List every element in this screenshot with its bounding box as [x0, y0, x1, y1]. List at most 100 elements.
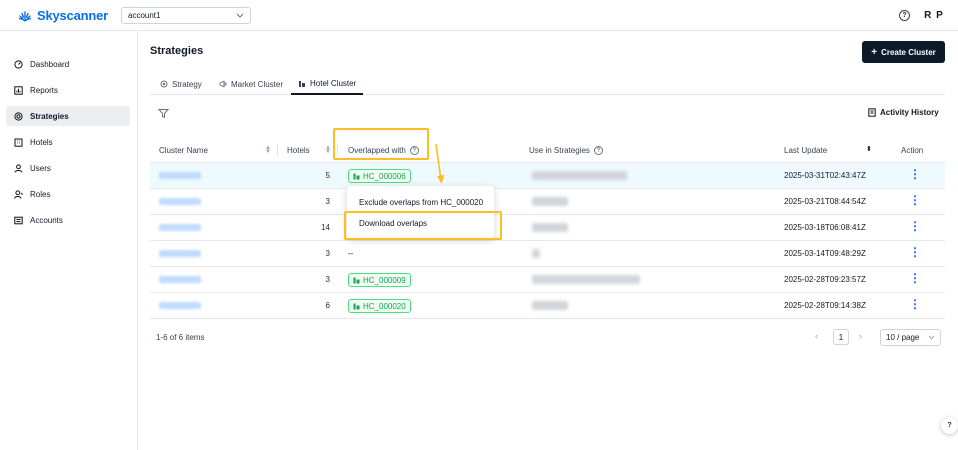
sort-icon[interactable]: ▲ ▼	[325, 145, 331, 155]
hotels-count: 14	[321, 223, 330, 232]
col-hotels[interactable]: Hotels	[287, 146, 310, 155]
hotels-count: 6	[325, 301, 330, 310]
last-update: 2025-03-31T02:43:47Z	[784, 171, 866, 180]
roles-icon	[14, 189, 23, 199]
overlap-tag[interactable]: HC_000009	[348, 273, 411, 287]
col-cluster-name[interactable]: Cluster Name	[159, 146, 208, 155]
prev-page-icon[interactable]: ‹	[815, 331, 818, 341]
page-title: Strategies	[150, 45, 204, 57]
hotels-count: 3	[325, 197, 330, 206]
cluster-name-link-redacted[interactable]	[159, 276, 201, 283]
last-update: 2025-02-28T09:14:38Z	[784, 301, 866, 310]
col-label: Action	[901, 146, 924, 155]
page-1-button[interactable]: 1	[833, 329, 849, 345]
activity-history-button[interactable]: Activity History	[868, 108, 939, 117]
last-update: 2025-03-18T06:08:41Z	[784, 223, 866, 232]
table-row: 5 HC_000006 2025-03-31T02:43:47Z ⋮	[150, 163, 945, 189]
sidebar-item-label: Strategies	[30, 111, 69, 121]
hotels-count: 3	[325, 249, 330, 258]
tab-label: Market Cluster	[231, 79, 284, 89]
pagination-summary: 1-6 of 6 items	[156, 333, 205, 342]
reports-icon	[14, 85, 23, 95]
cluster-name-link-redacted[interactable]	[159, 224, 201, 231]
col-label: Hotels	[287, 146, 310, 155]
sidebar-item-hotels[interactable]: Hotels	[6, 132, 130, 152]
last-update: 2025-02-28T09:23:57Z	[784, 275, 866, 284]
sidebar-item-dashboard[interactable]: Dashboard	[6, 54, 130, 74]
cluster-name-link-redacted[interactable]	[159, 198, 201, 205]
filter-icon[interactable]	[157, 108, 170, 121]
sort-desc-icon[interactable]: ⬍	[866, 145, 872, 153]
more-actions-icon[interactable]: ⋮	[909, 272, 921, 284]
strategies-icon	[14, 111, 23, 121]
col-label: Cluster Name	[159, 146, 208, 155]
sidebar-item-label: Users	[30, 163, 51, 173]
brand-logo[interactable]: Skyscanner	[18, 8, 108, 23]
overlap-tag-label: HC_000009	[363, 275, 406, 285]
cluster-name-link-redacted[interactable]	[159, 172, 201, 179]
col-use-in-strategies[interactable]: Use in Strategies ?	[529, 146, 603, 155]
last-update: 2025-03-21T08:44:54Z	[784, 197, 866, 206]
avatar[interactable]: R P	[922, 6, 946, 24]
col-last-update[interactable]: Last Update	[784, 146, 827, 155]
exclude-overlaps-menu-item[interactable]: Exclude overlaps from HC_000020	[347, 192, 494, 212]
sidebar-item-label: Accounts	[30, 215, 63, 225]
next-page-icon[interactable]: ›	[859, 331, 862, 341]
sidebar-item-accounts[interactable]: Accounts	[6, 210, 130, 230]
col-label: Last Update	[784, 146, 828, 155]
tab-market-cluster[interactable]: Market Cluster	[212, 74, 290, 94]
accounts-icon	[14, 216, 23, 225]
sort-icon[interactable]: ▲ ▼	[265, 145, 271, 155]
skyscanner-logo-icon	[18, 10, 32, 22]
hotel-cluster-table: Cluster Name ▲ ▼ Hotels ▲ ▼ Overlapped wit…	[150, 137, 945, 319]
help-icon[interactable]: ?	[899, 10, 910, 21]
chevron-down-icon	[928, 335, 935, 340]
column-divider	[277, 144, 278, 156]
highlight-download-overlaps	[344, 211, 502, 240]
overlap-tag[interactable]: HC_000006	[348, 169, 411, 183]
more-actions-icon[interactable]: ⋮	[909, 246, 921, 258]
tab-strategy[interactable]: Strategy	[153, 74, 209, 94]
strategies-redacted	[532, 301, 568, 310]
table-row: 3 2025-03-21T08:44:54Z ⋮	[150, 189, 945, 215]
sidebar: Dashboard Reports Strategies Hotels User…	[0, 31, 138, 450]
strategies-redacted	[532, 275, 640, 284]
strategies-redacted	[532, 249, 540, 258]
users-icon	[14, 163, 23, 173]
overlap-empty: --	[348, 249, 354, 258]
history-icon	[868, 108, 876, 117]
sidebar-item-roles[interactable]: Roles	[6, 184, 130, 204]
sidebar-item-users[interactable]: Users	[6, 158, 130, 178]
activity-history-label: Activity History	[880, 108, 939, 117]
col-label: Use in Strategies	[529, 146, 590, 155]
floating-help-icon[interactable]: ?	[941, 417, 958, 434]
col-action: Action	[901, 146, 923, 155]
strategy-icon	[160, 80, 168, 88]
more-actions-icon[interactable]: ⋮	[909, 168, 921, 180]
sidebar-item-reports[interactable]: Reports	[6, 80, 130, 100]
sidebar-item-strategies[interactable]: Strategies	[6, 106, 130, 126]
cluster-icon	[353, 173, 360, 179]
more-actions-icon[interactable]: ⋮	[909, 194, 921, 206]
tab-hotel-cluster[interactable]: Hotel Cluster	[291, 74, 364, 95]
create-cluster-button[interactable]: + Create Cluster	[862, 41, 945, 63]
table-row: 14 2025-03-18T06:08:41Z ⋮	[150, 215, 945, 241]
cluster-icon	[353, 277, 360, 283]
hotels-count: 5	[325, 171, 330, 180]
info-icon[interactable]: ?	[593, 146, 603, 155]
more-actions-icon[interactable]: ⋮	[909, 220, 921, 232]
strategies-redacted	[532, 197, 568, 206]
cluster-name-link-redacted[interactable]	[159, 250, 201, 257]
tab-label: Strategy	[172, 79, 202, 89]
cluster-name-link-redacted[interactable]	[159, 302, 201, 309]
page-size-select[interactable]: 10 / page	[880, 329, 941, 346]
overlap-tag[interactable]: HC_000020	[348, 299, 411, 313]
sidebar-item-label: Dashboard	[30, 59, 70, 69]
account-select[interactable]: account1	[121, 7, 251, 24]
more-actions-icon[interactable]: ⋮	[909, 298, 921, 310]
brand-name: Skyscanner	[37, 8, 108, 23]
strategies-redacted	[532, 223, 568, 232]
account-select-value: account1	[128, 11, 161, 20]
sidebar-item-label: Hotels	[30, 137, 53, 147]
chevron-down-icon	[236, 13, 244, 18]
